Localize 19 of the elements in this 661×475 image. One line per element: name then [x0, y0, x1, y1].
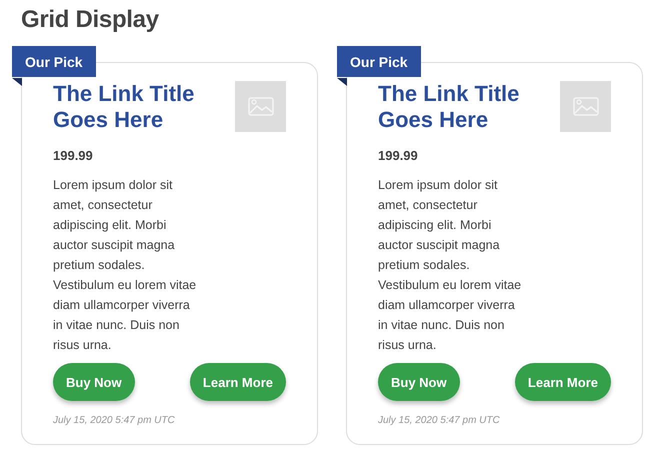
- price: 199.99: [378, 148, 419, 163]
- product-title-link[interactable]: The Link Title Goes Here: [53, 81, 213, 133]
- buy-button[interactable]: Buy Now: [53, 363, 135, 401]
- ribbon-fold-icon: [12, 78, 22, 86]
- learn-more-button[interactable]: Learn More: [514, 363, 611, 401]
- pick-ribbon: Our Pick: [12, 46, 96, 77]
- ribbon-fold-icon: [337, 78, 347, 86]
- product-title-link[interactable]: The Link Title Goes Here: [378, 81, 538, 133]
- post-date: July 15, 2020 5:47 pm UTC: [53, 415, 176, 426]
- buy-button[interactable]: Buy Now: [378, 363, 460, 401]
- page-title: Grid Display: [21, 6, 160, 34]
- image-placeholder-icon: [235, 81, 286, 132]
- description: Lorem ipsum dolor sit amet, consectetur adipiscing elit. Morbi auctor suscipit magna pretium sodales. Vestibulum eu lorem vitae diam ullamcorper viverra in vitae nunc. Duis non risus urna.: [378, 177, 522, 354]
- price: 199.99: [53, 148, 94, 163]
- pick-ribbon: Our Pick: [337, 46, 421, 77]
- image-placeholder-icon: [560, 81, 611, 132]
- description: Lorem ipsum dolor sit amet, consectetur adipiscing elit. Morbi auctor suscipit magna pretium sodales. Vestibulum eu lorem vitae diam ullamcorper viverra in vitae nunc. Duis non risus urna.: [53, 177, 198, 354]
- post-date: July 15, 2020 5:47 pm UTC: [378, 415, 501, 426]
- learn-more-button[interactable]: Learn More: [190, 363, 286, 401]
